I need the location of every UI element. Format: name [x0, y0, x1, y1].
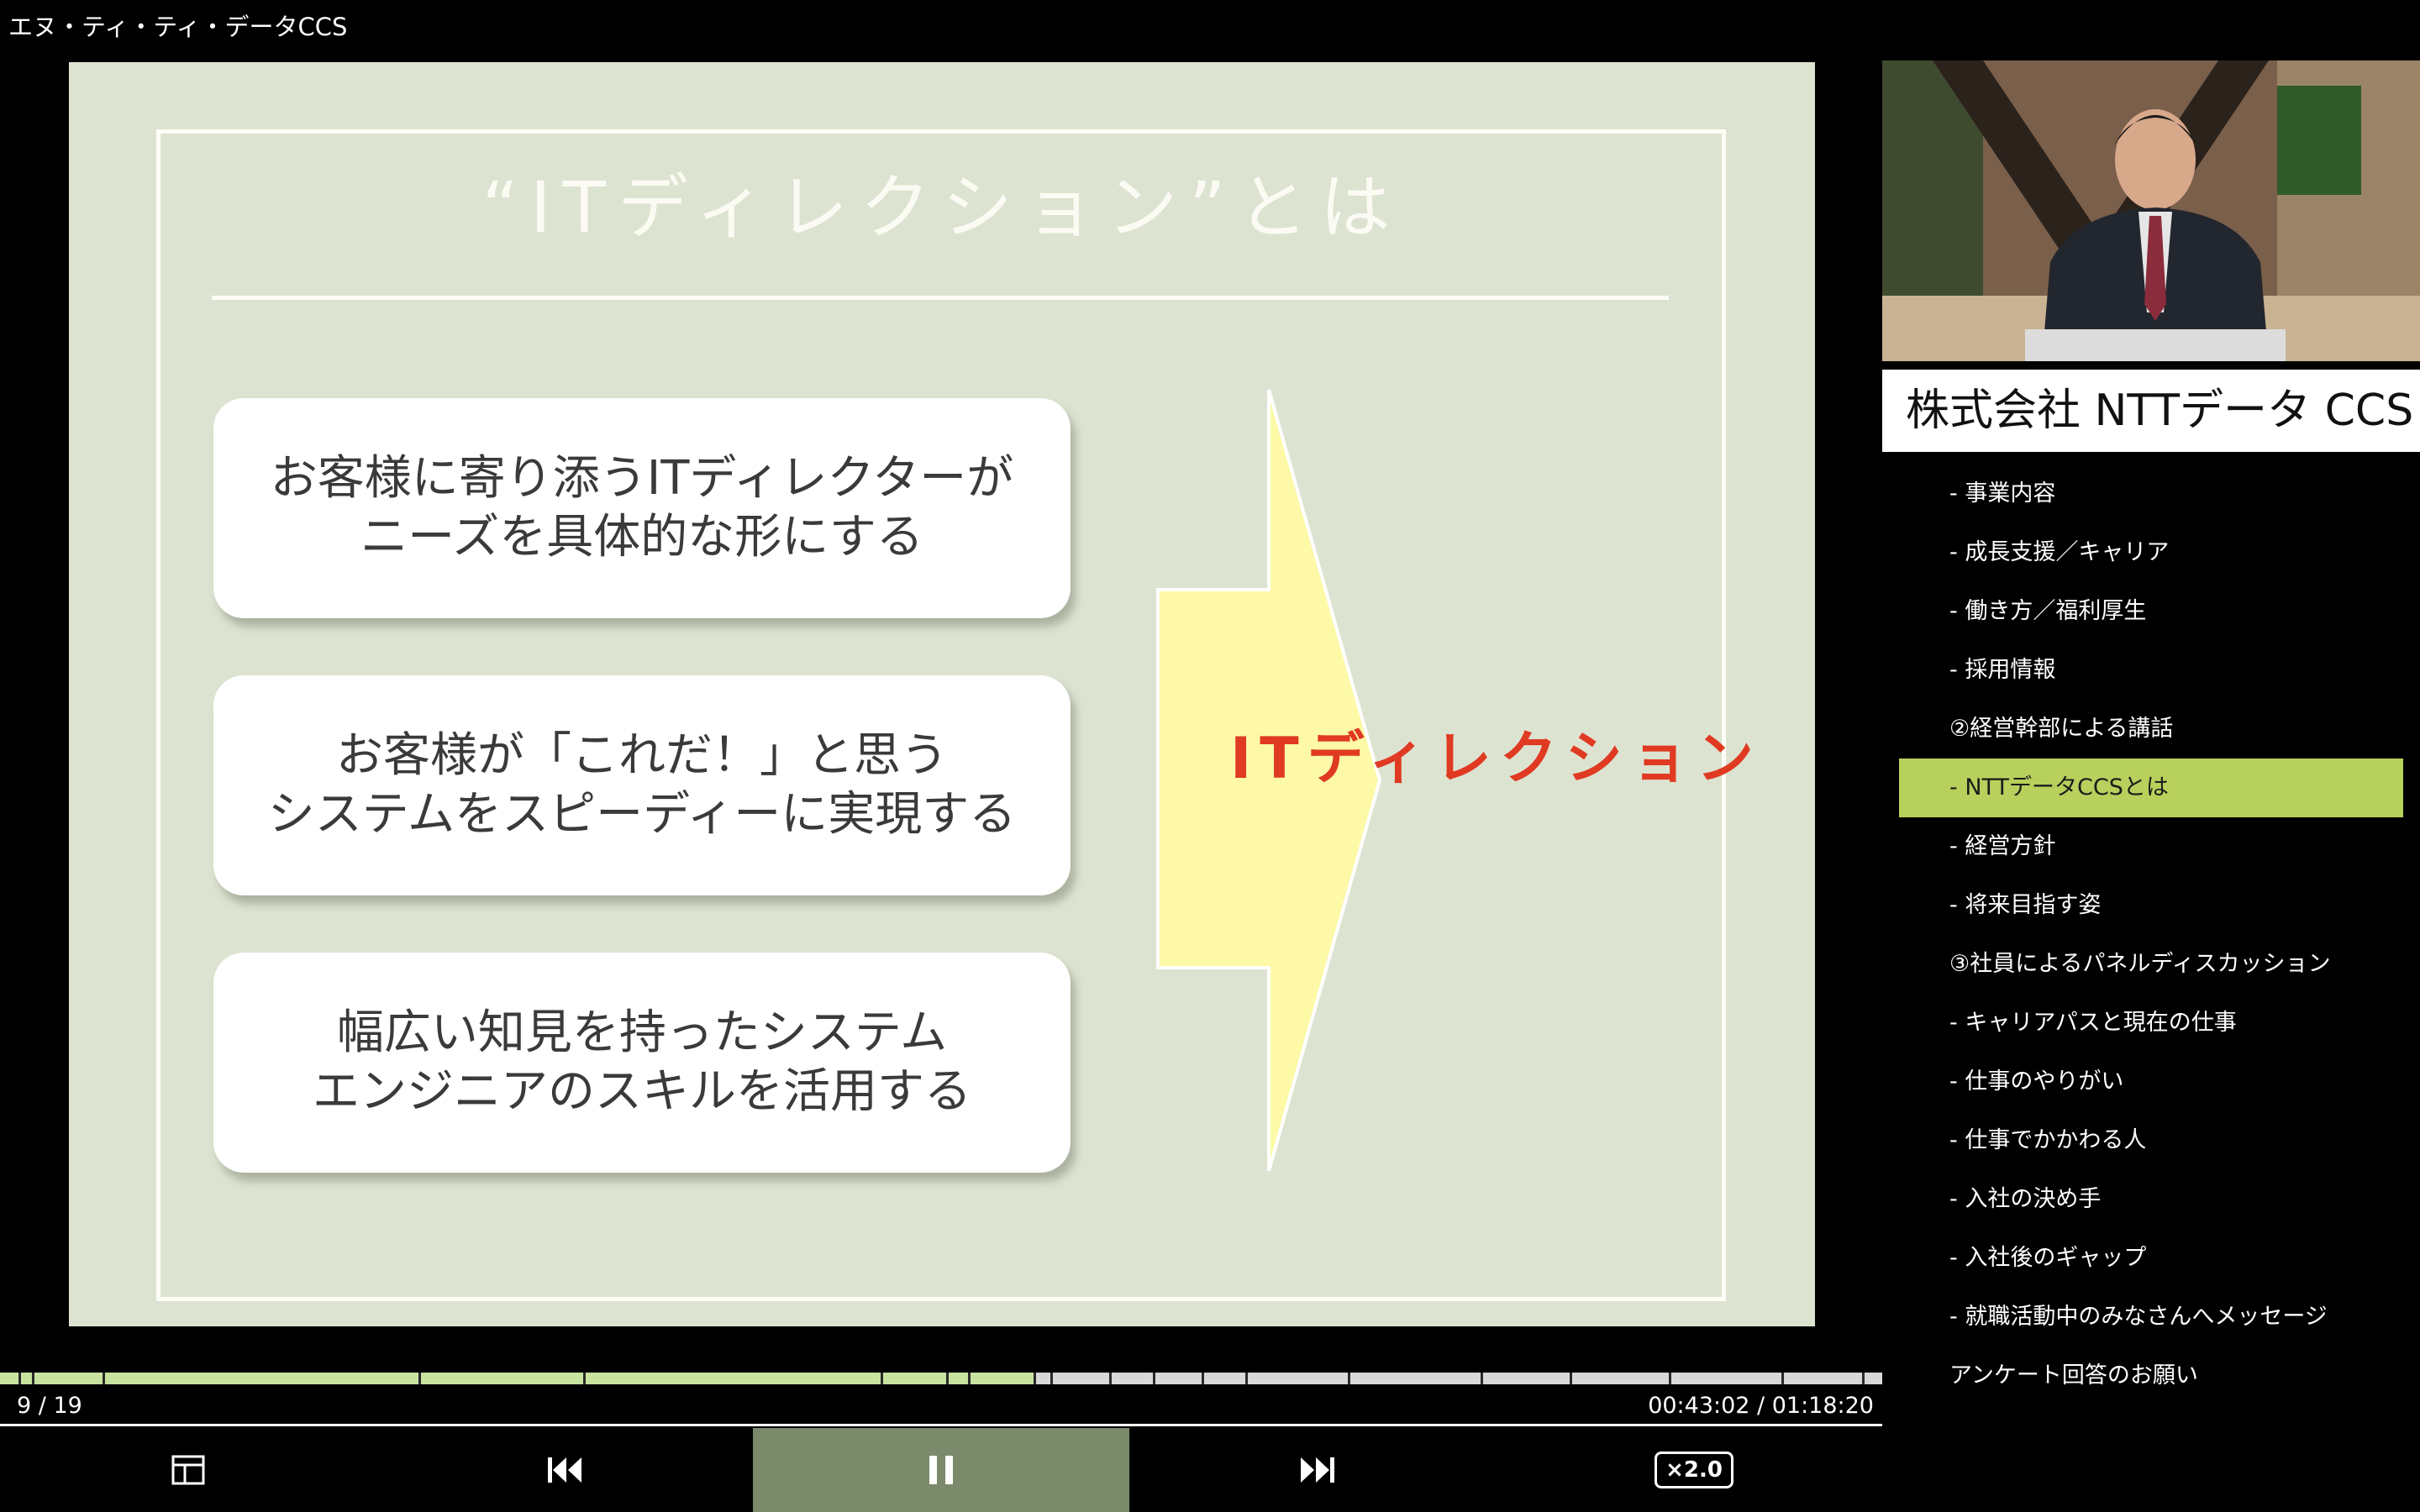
presenter-video [1882, 60, 2420, 361]
segment-marker [1570, 1373, 1572, 1384]
chapter-item[interactable]: - 経営方針 [1899, 817, 2403, 876]
chapter-item[interactable]: - 就職活動中のみなさんへメッセージ [1899, 1288, 2403, 1347]
layout-button[interactable] [0, 1428, 376, 1512]
chapter-item[interactable]: アンケート回答のお願い [1899, 1347, 2403, 1405]
arrow-shape [1156, 389, 1382, 1172]
chapter-item-active[interactable]: - NTTデータCCSとは [1899, 759, 2403, 817]
progress-played [0, 1373, 1034, 1384]
segment-marker [1481, 1373, 1483, 1384]
window-title: エヌ・ティ・ティ・データCCS [8, 13, 348, 41]
segment-marker [881, 1373, 883, 1384]
layout-icon [171, 1455, 205, 1485]
playback-speed-label: ×2.0 [1655, 1452, 1733, 1488]
chapter-item[interactable]: - 事業内容 [1899, 465, 2403, 523]
chapter-item[interactable]: - 採用情報 [1899, 641, 2403, 700]
chapter-item[interactable]: - 成長支援／キャリア [1899, 523, 2403, 582]
skip-previous-icon [548, 1457, 581, 1483]
segment-marker [1202, 1373, 1204, 1384]
chapter-item[interactable]: - 入社の決め手 [1899, 1170, 2403, 1229]
progress-bar[interactable] [0, 1373, 1882, 1384]
segment-marker [1781, 1373, 1784, 1384]
segment-marker [583, 1373, 586, 1384]
segment-marker [1245, 1373, 1248, 1384]
slide: “ITディレクション”とは お客様に寄り添うITディレクターが ニーズを具体的な… [69, 62, 1815, 1326]
chapter-list: - 事業内容 - 成長支援／キャリア - 働き方／福利厚生 - 採用情報 ②経営幹部によ… [1899, 465, 2403, 1405]
segment-marker [103, 1373, 105, 1384]
presenter-image [1882, 60, 2420, 361]
slide-counter: 9 / 19 [17, 1393, 82, 1419]
segment-marker [18, 1373, 21, 1384]
chapter-item[interactable]: - 将来目指す姿 [1899, 876, 2403, 935]
chapter-item[interactable]: - 仕事でかかわる人 [1899, 1111, 2403, 1170]
chapter-item[interactable]: - 働き方／福利厚生 [1899, 582, 2403, 641]
segment-marker [1669, 1373, 1671, 1384]
chapter-item[interactable]: - 入社後のギャップ [1899, 1229, 2403, 1288]
chapter-item[interactable]: ②経営幹部による講話 [1899, 700, 2403, 759]
segment-marker [418, 1373, 421, 1384]
chapter-item[interactable]: ③社員によるパネルディスカッション [1899, 935, 2403, 994]
company-name-banner: 株式会社 NTTデータ CCS [1882, 370, 2420, 452]
segment-marker [1109, 1373, 1112, 1384]
segment-marker [946, 1373, 949, 1384]
segment-marker [1153, 1373, 1155, 1384]
pause-button[interactable] [753, 1428, 1129, 1512]
next-button[interactable] [1129, 1428, 1506, 1512]
segment-marker [1034, 1373, 1036, 1384]
segment-marker [968, 1373, 971, 1384]
segment-marker [32, 1373, 34, 1384]
control-divider [0, 1424, 1882, 1426]
chapter-item[interactable]: - キャリアパスと現在の仕事 [1899, 994, 2403, 1053]
arrow-label: ITディレクション [1230, 726, 1762, 792]
segment-marker [1348, 1373, 1350, 1384]
chapter-item[interactable]: - 仕事のやりがい [1899, 1053, 2403, 1111]
pause-icon [929, 1456, 953, 1484]
playback-speed-button[interactable]: ×2.0 [1506, 1428, 1882, 1512]
skip-next-icon [1301, 1457, 1334, 1483]
segment-marker [1862, 1373, 1865, 1384]
time-readout: 00:43:02 / 01:18:20 [1648, 1393, 1874, 1419]
segment-marker [1050, 1373, 1053, 1384]
previous-button[interactable] [376, 1428, 753, 1512]
